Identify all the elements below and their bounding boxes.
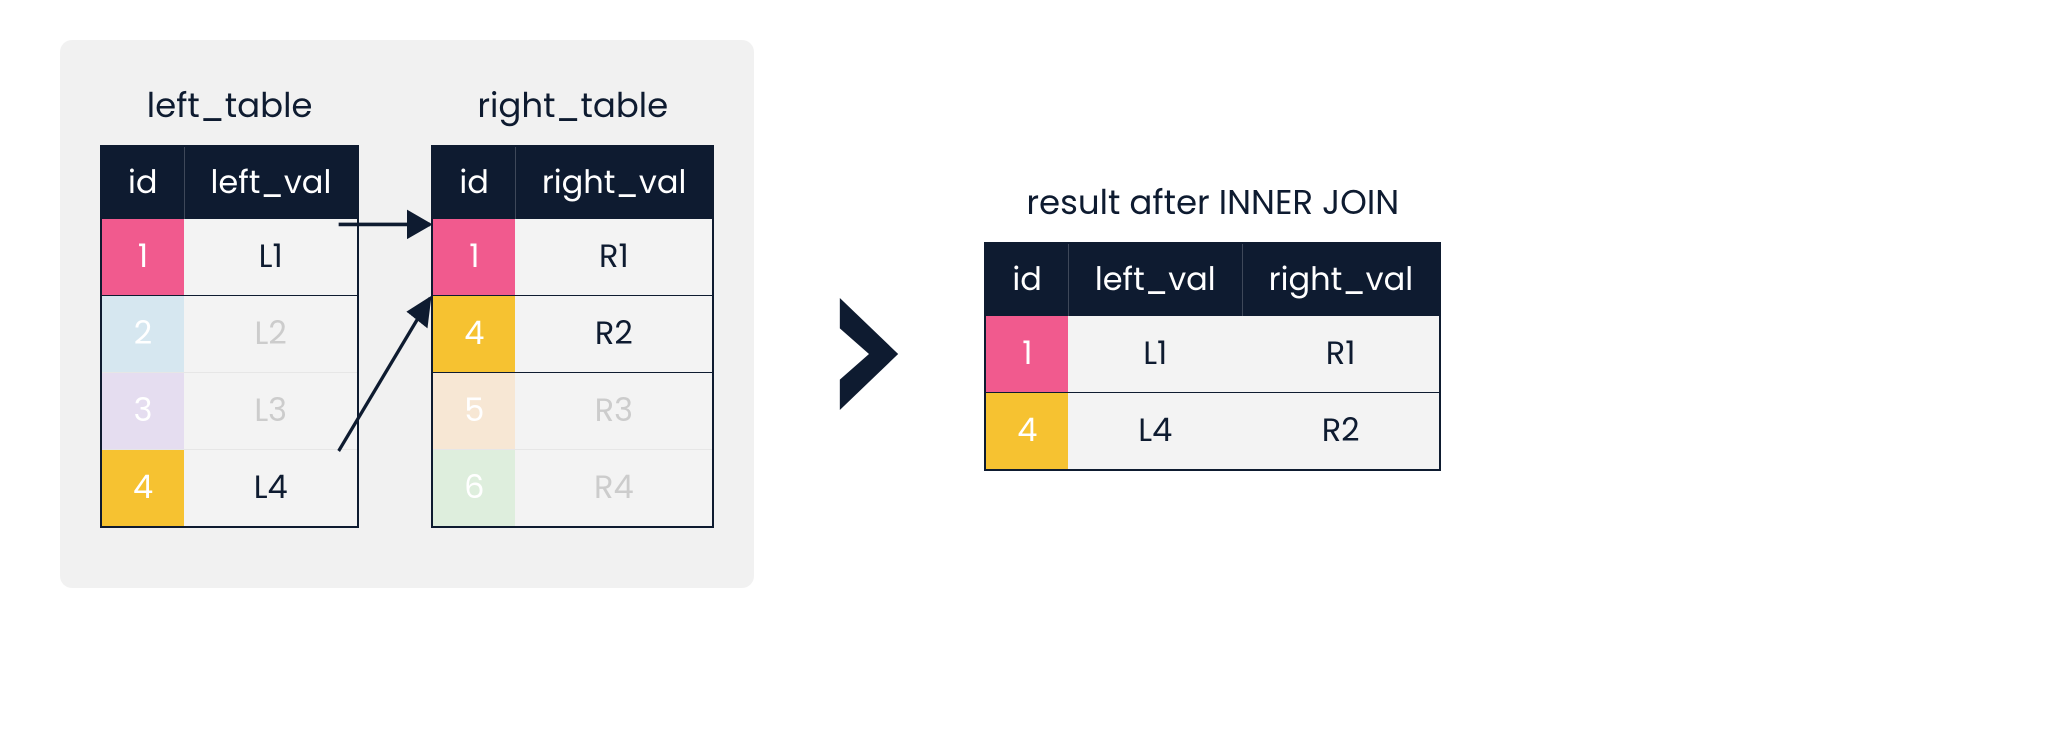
table-row: 1 L1 bbox=[101, 219, 358, 296]
val-cell: L2 bbox=[184, 296, 358, 373]
result-col-right: right_val bbox=[1242, 243, 1440, 316]
result-arrow bbox=[834, 214, 904, 414]
left-table-title: left_table bbox=[147, 80, 313, 131]
inner-join-diagram: left_table id left_val 1 L1 2 L2 3 L3 bbox=[60, 40, 1986, 588]
input-tables-panel: left_table id left_val 1 L1 2 L2 3 L3 bbox=[60, 40, 754, 588]
id-cell: 4 bbox=[985, 393, 1068, 471]
left-val-cell: L4 bbox=[1068, 393, 1242, 471]
right-table-col-val: right_val bbox=[515, 146, 713, 219]
table-row: 4 L4 R2 bbox=[985, 393, 1440, 471]
left-table-wrap: left_table id left_val 1 L1 2 L2 3 L3 bbox=[100, 80, 359, 528]
val-cell: L4 bbox=[184, 450, 358, 528]
right-table-title: right_table bbox=[477, 80, 668, 131]
val-cell: R1 bbox=[515, 219, 713, 296]
id-cell: 2 bbox=[101, 296, 184, 373]
right-table-col-id: id bbox=[432, 146, 515, 219]
right-val-cell: R2 bbox=[1242, 393, 1440, 471]
table-row: 1 R1 bbox=[432, 219, 713, 296]
id-cell: 4 bbox=[101, 450, 184, 528]
result-col-id: id bbox=[985, 243, 1068, 316]
id-cell: 6 bbox=[432, 450, 515, 528]
result-table-wrap: result after INNER JOIN id left_val righ… bbox=[984, 157, 1441, 471]
table-row: 6 R4 bbox=[432, 450, 713, 528]
table-row: 1 L1 R1 bbox=[985, 316, 1440, 393]
id-cell: 1 bbox=[101, 219, 184, 296]
table-row: 5 R3 bbox=[432, 373, 713, 450]
right-table: id right_val 1 R1 4 R2 5 R3 6 R4 bbox=[431, 145, 714, 528]
id-cell: 1 bbox=[985, 316, 1068, 393]
id-cell: 3 bbox=[101, 373, 184, 450]
table-row: 4 L4 bbox=[101, 450, 358, 528]
val-cell: R2 bbox=[515, 296, 713, 373]
chevron-right-icon bbox=[834, 294, 904, 414]
right-table-wrap: right_table id right_val 1 R1 4 R2 5 R3 bbox=[431, 80, 714, 528]
result-table-header: id left_val right_val bbox=[985, 243, 1440, 316]
id-cell: 4 bbox=[432, 296, 515, 373]
left-val-cell: L1 bbox=[1068, 316, 1242, 393]
id-cell: 1 bbox=[432, 219, 515, 296]
val-cell: L3 bbox=[184, 373, 358, 450]
result-col-left: left_val bbox=[1068, 243, 1242, 316]
result-table-title: result after INNER JOIN bbox=[1026, 177, 1399, 228]
left-table-header: id left_val bbox=[101, 146, 358, 219]
table-row: 4 R2 bbox=[432, 296, 713, 373]
table-row: 2 L2 bbox=[101, 296, 358, 373]
left-table-col-id: id bbox=[101, 146, 184, 219]
val-cell: L1 bbox=[184, 219, 358, 296]
left-table-col-val: left_val bbox=[184, 146, 358, 219]
right-table-header: id right_val bbox=[432, 146, 713, 219]
id-cell: 5 bbox=[432, 373, 515, 450]
table-row: 3 L3 bbox=[101, 373, 358, 450]
val-cell: R4 bbox=[515, 450, 713, 528]
val-cell: R3 bbox=[515, 373, 713, 450]
left-table: id left_val 1 L1 2 L2 3 L3 4 L4 bbox=[100, 145, 359, 528]
right-val-cell: R1 bbox=[1242, 316, 1440, 393]
result-table: id left_val right_val 1 L1 R1 4 L4 R2 bbox=[984, 242, 1441, 471]
